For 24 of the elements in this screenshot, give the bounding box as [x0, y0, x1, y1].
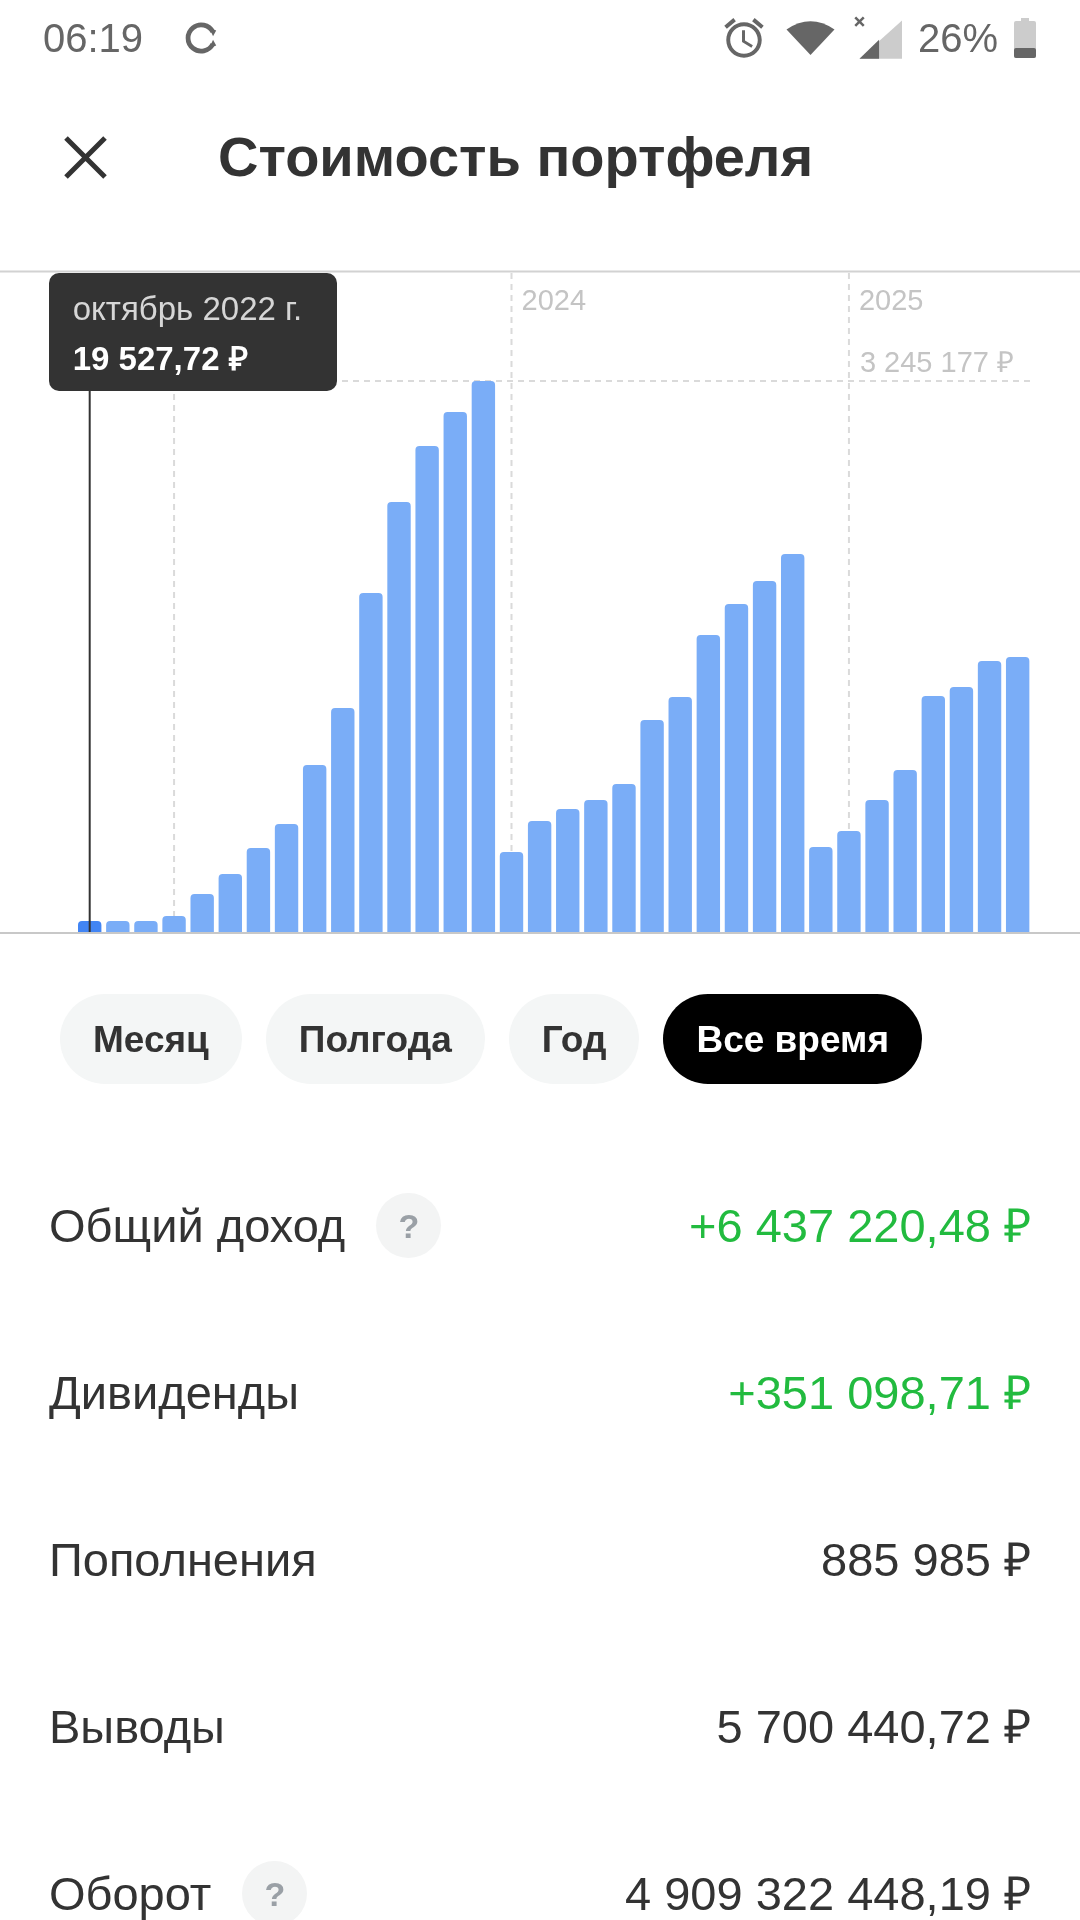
- alarm-icon: [723, 17, 764, 58]
- max-value-label: 3 245 177 ₽: [859, 346, 1014, 378]
- period-tab[interactable]: Месяц: [60, 994, 242, 1084]
- stat-value: 4 909 322 448,19 ₽: [625, 1870, 1031, 1917]
- period-tab[interactable]: Год: [508, 994, 640, 1084]
- tooltip-value: 19 527,72 ₽: [72, 341, 249, 377]
- year-label: 2024: [521, 284, 586, 316]
- tooltip-date: октябрь 2022 г.: [72, 291, 304, 327]
- wifi-icon: [785, 20, 835, 55]
- stat-value: 885 985 ₽: [821, 1536, 1031, 1583]
- period-tab[interactable]: Все время: [663, 994, 922, 1084]
- battery-percent: 26%: [917, 15, 998, 60]
- close-icon: [64, 135, 107, 179]
- bar[interactable]: [78, 921, 102, 933]
- stat-label: Пополнения: [49, 1536, 317, 1583]
- stat-value: +351 098,71 ₽: [728, 1369, 1031, 1416]
- year-label: 2025: [858, 284, 924, 316]
- period-tab[interactable]: Полгода: [265, 994, 485, 1084]
- stat-value: +6 437 220,48 ₽: [689, 1202, 1031, 1249]
- battery-icon: [1014, 17, 1036, 58]
- stat-value: 5 700 440,72 ₽: [716, 1703, 1031, 1750]
- close-button[interactable]: [64, 135, 107, 179]
- page-title: Стоимость портфеля: [218, 126, 814, 188]
- status-time: 06:19: [43, 15, 144, 60]
